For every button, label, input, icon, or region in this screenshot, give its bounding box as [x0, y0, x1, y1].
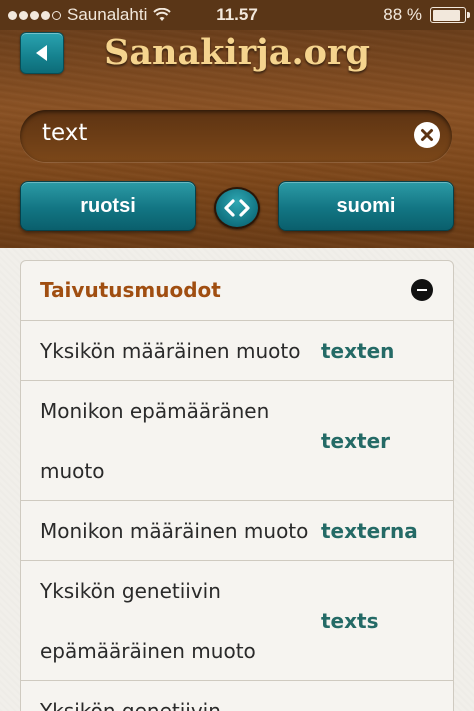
status-bar: Saunalahti 11.57 88 % — [0, 0, 474, 30]
table-row: Monikon epämääränen muoto texter — [21, 381, 453, 501]
table-row: Yksikön määräinen muoto texten — [21, 321, 453, 381]
table-row: Monikon määräinen muoto texterna — [21, 501, 453, 561]
battery-fill — [432, 9, 460, 21]
status-right: 88 % — [383, 5, 470, 25]
swap-languages-button[interactable] — [214, 187, 260, 229]
app-title: Sanakirja.org — [104, 32, 370, 73]
clear-icon — [421, 129, 433, 141]
search-input-value[interactable]: text — [42, 120, 87, 146]
form-label: Yksikön genetiivin — [40, 699, 221, 711]
form-label: Yksikön genetiivin epämääräinen muoto — [40, 579, 256, 663]
form-value: texterna — [321, 519, 418, 543]
battery-percent: 88 % — [383, 5, 422, 24]
source-language-button[interactable]: ruotsi — [20, 181, 196, 231]
table-row: Yksikön genetiivin — [21, 681, 453, 711]
form-label: Monikon määräinen muoto — [40, 519, 309, 543]
form-label: Monikon epämääränen muoto — [40, 399, 270, 483]
form-value: texts — [321, 609, 379, 633]
swap-arrows-icon — [224, 199, 250, 217]
form-value: texten — [321, 339, 395, 363]
app-header: Sanakirja.org text ruotsi suomi — [0, 30, 474, 248]
clear-button[interactable] — [414, 122, 440, 148]
form-label: Yksikön määräinen muoto — [40, 339, 301, 363]
content-area: Taivutusmuodot Yksikön määräinen muoto t… — [0, 248, 474, 711]
search-input[interactable]: text — [20, 110, 452, 162]
target-language-button[interactable]: suomi — [278, 181, 454, 231]
minus-circle-icon[interactable] — [411, 279, 433, 301]
battery-icon — [430, 7, 470, 23]
section-title: Taivutusmuodot — [40, 278, 221, 302]
table-row: Yksikön genetiivin epämääräinen muoto te… — [21, 561, 453, 681]
form-value: texter — [321, 429, 391, 453]
inflection-panel: Taivutusmuodot Yksikön määräinen muoto t… — [20, 260, 454, 711]
section-header[interactable]: Taivutusmuodot — [21, 261, 453, 321]
